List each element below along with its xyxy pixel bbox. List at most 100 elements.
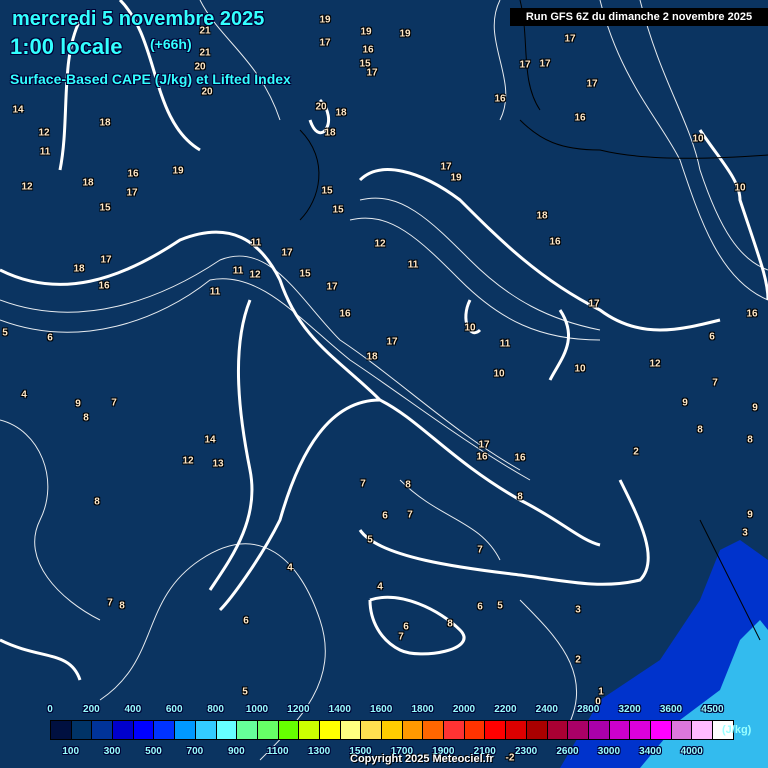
- map-value-label: 6: [477, 601, 483, 613]
- map-value-label: 9: [747, 509, 753, 521]
- map-value-label: 18: [73, 263, 85, 275]
- map-value-label: 7: [477, 544, 483, 556]
- legend-swatch: [71, 721, 93, 739]
- legend-swatch: [692, 721, 713, 739]
- map-value-label: 9: [75, 398, 81, 410]
- legend-swatch: [423, 721, 445, 739]
- map-value-label: 2: [575, 654, 581, 666]
- legend-swatch: [319, 721, 341, 739]
- legend-label-top: 2000: [452, 704, 476, 715]
- map-value-label: 15: [332, 204, 344, 216]
- map-value-label: 10: [493, 368, 505, 380]
- map-value-label: 20: [315, 101, 327, 113]
- map-value-label: 8: [119, 600, 125, 612]
- map-value-label: 9: [682, 397, 688, 409]
- map-value-label: 17: [440, 161, 452, 173]
- map-value-label: 8: [747, 434, 753, 446]
- legend-swatch: [133, 721, 155, 739]
- map-subtitle: Surface-Based CAPE (J/kg) et Lifted Inde…: [10, 71, 291, 87]
- map-value-label: 17: [281, 247, 293, 259]
- legend-swatch: [92, 721, 114, 739]
- legend-label-top: 2200: [494, 704, 517, 715]
- legend-label-bottom: 3400: [639, 746, 662, 757]
- map-value-label: 18: [335, 107, 347, 119]
- map-value-label: 16: [339, 308, 351, 320]
- map-value-label: 18: [99, 117, 111, 129]
- map-value-label: 9: [752, 402, 758, 414]
- legend-label-top: 1000: [245, 704, 269, 715]
- map-value-label: 17: [126, 187, 138, 199]
- map-value-label: 7: [398, 631, 404, 643]
- map-value-label: 16: [746, 308, 758, 320]
- legend-label-top: 1800: [411, 704, 434, 715]
- cape-thin-contours: [0, 0, 768, 761]
- legend-swatch: [506, 721, 527, 739]
- map-value-label: 8: [517, 491, 523, 503]
- legend-label-top: 1600: [370, 704, 393, 715]
- legend-swatch: [382, 721, 403, 739]
- legend-swatch: [650, 721, 672, 739]
- map-value-label: 17: [319, 37, 331, 49]
- map-value-label: 4: [377, 581, 383, 593]
- color-legend: [50, 720, 734, 740]
- map-value-label: -2: [505, 752, 515, 764]
- contour-layer: [0, 0, 768, 761]
- map-value-label: 8: [405, 479, 411, 491]
- legend-swatch: [340, 721, 362, 739]
- legend-swatch: [257, 721, 279, 739]
- map-value-label: 16: [362, 44, 374, 56]
- map-value-label: 16: [127, 168, 139, 180]
- map-value-label: 16: [514, 452, 526, 464]
- legend-label-top: 800: [207, 704, 224, 715]
- legend-swatch: [278, 721, 300, 739]
- forecast-time: 1:00 locale: [10, 34, 123, 59]
- map-value-label: 5: [242, 686, 248, 698]
- legend-label-top: 0: [47, 704, 53, 715]
- legend-label-top: 2400: [535, 704, 558, 715]
- legend-swatch: [671, 721, 693, 739]
- legend-label-bottom: 2300: [514, 746, 538, 757]
- map-value-label: 10: [692, 133, 704, 145]
- map-value-label: 5: [367, 534, 373, 546]
- map-value-label: 6: [243, 615, 249, 627]
- map-value-label: 11: [250, 237, 262, 249]
- map-value-label: 16: [476, 451, 488, 463]
- legend-unit: (J/kg): [722, 724, 752, 736]
- legend-swatch: [588, 721, 610, 739]
- map-value-label: 21: [199, 47, 211, 59]
- map-value-label: 17: [586, 78, 598, 90]
- legend-swatch: [609, 721, 631, 739]
- legend-swatch: [195, 721, 217, 739]
- map-value-label: 4: [287, 562, 293, 574]
- map-value-label: 14: [204, 434, 216, 446]
- legend-label-bottom: 2600: [556, 746, 579, 757]
- legend-swatch: [237, 721, 258, 739]
- map-value-label: 11: [39, 146, 51, 158]
- legend-label-bottom: 1100: [266, 746, 289, 757]
- map-value-label: 19: [172, 165, 184, 177]
- map-value-label: 19: [450, 172, 462, 184]
- copyright: Copyright 2025 Meteociel.fr: [350, 753, 494, 765]
- map-value-label: 12: [38, 127, 50, 139]
- legend-swatch: [630, 721, 651, 739]
- legend-label-bottom: 1300: [307, 746, 331, 757]
- legend-swatch: [444, 721, 465, 739]
- map-value-label: 7: [111, 397, 117, 409]
- map-value-label: 16: [494, 93, 506, 105]
- legend-swatch: [568, 721, 589, 739]
- map-value-label: 5: [497, 600, 503, 612]
- map-value-label: 6: [382, 510, 388, 522]
- legend-swatch: [547, 721, 569, 739]
- map-value-label: 19: [319, 14, 331, 26]
- legend-label-bottom: 300: [103, 746, 121, 757]
- map-value-label: 7: [107, 597, 113, 609]
- legend-label-bottom: 3000: [597, 746, 621, 757]
- legend-swatch: [51, 721, 72, 739]
- legend-swatch: [361, 721, 382, 739]
- legend-label-top: 3200: [618, 704, 641, 715]
- forecast-lead-time: (+66h): [150, 36, 192, 52]
- map-value-label: 17: [564, 33, 576, 45]
- legend-label-top: 400: [124, 704, 142, 715]
- legend-label-bottom: 100: [62, 746, 80, 757]
- legend-swatch: [113, 721, 134, 739]
